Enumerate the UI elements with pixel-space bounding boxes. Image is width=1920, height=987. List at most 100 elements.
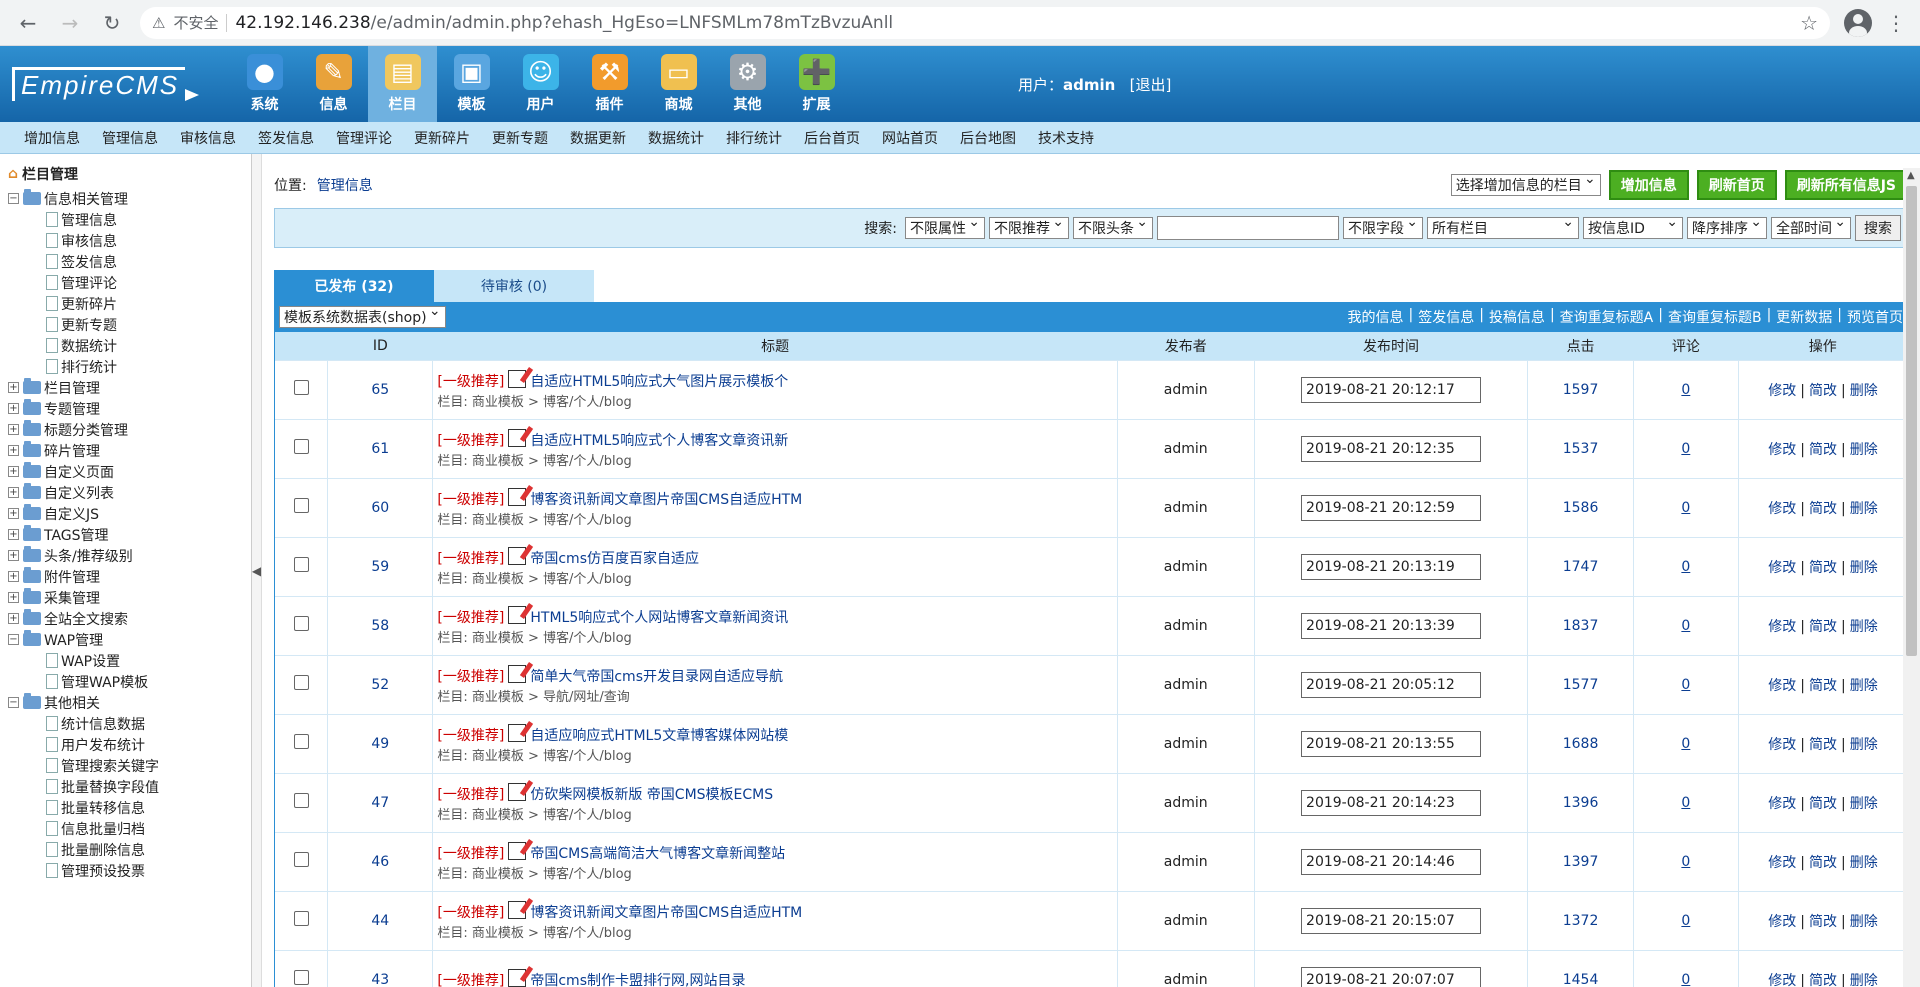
quick-edit-link[interactable]: 简改: [1809, 973, 1837, 987]
row-column-path[interactable]: 商业模板 > 博客/个人/blog: [472, 454, 632, 469]
tree-item[interactable]: 批量删除信息: [8, 839, 251, 860]
tree-item[interactable]: 管理预设投票: [8, 860, 251, 881]
expand-icon[interactable]: +: [8, 403, 19, 414]
quick-edit-icon[interactable]: [508, 900, 527, 919]
quick-edit-icon[interactable]: [508, 723, 527, 742]
order-select[interactable]: 降序排序: [1687, 214, 1767, 239]
row-column-path[interactable]: 商业模板 > 博客/个人/blog: [472, 631, 632, 646]
tree-item[interactable]: 管理评论: [8, 272, 251, 293]
row-title-link[interactable]: 自适应HTML5响应式个人博客文章资讯新: [530, 433, 788, 449]
delete-link[interactable]: 删除: [1850, 973, 1878, 987]
row-time-input[interactable]: 2019-08-21 20:13:55: [1301, 730, 1482, 757]
tree-item[interactable]: 信息批量归档: [8, 818, 251, 839]
sidebar-collapse-handle[interactable]: ◀: [252, 154, 262, 987]
expand-icon[interactable]: +: [8, 571, 19, 582]
row-time-input[interactable]: 2019-08-21 20:13:39: [1301, 612, 1482, 639]
table-top-link[interactable]: 查询重复标题A: [1560, 307, 1654, 327]
row-column-path[interactable]: 商业模板 > 博客/个人/blog: [472, 926, 632, 941]
row-column-path[interactable]: 商业模板 > 博客/个人/blog: [472, 395, 632, 410]
collapse-icon[interactable]: −: [8, 193, 19, 204]
tree-item[interactable]: 管理搜索关键字: [8, 755, 251, 776]
top-menu-item[interactable]: ⚒ 插件: [575, 46, 644, 122]
table-top-link[interactable]: 预览首页: [1847, 307, 1903, 327]
edit-link[interactable]: 修改: [1768, 560, 1796, 576]
top-menu-item[interactable]: ✎ 信息: [299, 46, 368, 122]
expand-icon[interactable]: +: [8, 508, 19, 519]
row-title-link[interactable]: 自适应响应式HTML5文章博客媒体网站模: [530, 728, 788, 744]
row-column-path[interactable]: 商业模板 > 博客/个人/blog: [472, 808, 632, 823]
delete-link[interactable]: 删除: [1850, 914, 1878, 930]
sub-menu-item[interactable]: 后台地图: [960, 128, 1016, 148]
expand-icon[interactable]: +: [8, 424, 19, 435]
top-menu-item[interactable]: ▤ 栏目: [368, 46, 437, 122]
quick-edit-icon[interactable]: [508, 428, 527, 447]
tree-group[interactable]: + 头条/推荐级别: [8, 545, 251, 566]
tree-group[interactable]: − 其他相关: [8, 692, 251, 713]
row-title-link[interactable]: 博客资讯新闻文章图片帝国CMS自适应HTM: [530, 905, 802, 921]
expand-icon[interactable]: +: [8, 529, 19, 540]
edit-link[interactable]: 修改: [1768, 737, 1796, 753]
collapse-icon[interactable]: −: [8, 697, 19, 708]
empirecms-logo[interactable]: EmpireCMS: [0, 46, 230, 122]
delete-link[interactable]: 删除: [1850, 560, 1878, 576]
collapse-icon[interactable]: −: [8, 634, 19, 645]
row-time-input[interactable]: 2019-08-21 20:12:59: [1301, 494, 1482, 521]
tree-group[interactable]: − 信息相关管理: [8, 188, 251, 209]
row-title-link[interactable]: 自适应HTML5响应式大气图片展示模板个: [530, 374, 788, 390]
row-comments-link[interactable]: 0: [1681, 382, 1690, 398]
sub-menu-item[interactable]: 更新专题: [492, 128, 548, 148]
tree-group[interactable]: + 标题分类管理: [8, 419, 251, 440]
quick-edit-link[interactable]: 简改: [1809, 619, 1837, 635]
location-link[interactable]: 管理信息: [317, 175, 373, 195]
tab-published[interactable]: 已发布 (32): [274, 270, 434, 302]
delete-link[interactable]: 删除: [1850, 678, 1878, 694]
row-checkbox[interactable]: [293, 793, 309, 808]
expand-icon[interactable]: +: [8, 613, 19, 624]
tree-group[interactable]: + 栏目管理: [8, 377, 251, 398]
profile-avatar-icon[interactable]: [1844, 8, 1872, 37]
row-time-input[interactable]: 2019-08-21 20:14:46: [1301, 848, 1482, 875]
row-comments-link[interactable]: 0: [1681, 972, 1690, 987]
edit-link[interactable]: 修改: [1768, 619, 1796, 635]
quick-edit-link[interactable]: 简改: [1809, 501, 1837, 517]
edit-link[interactable]: 修改: [1768, 383, 1796, 399]
row-title-link[interactable]: HTML5响应式个人网站博客文章新闻资讯: [530, 610, 788, 626]
sub-menu-item[interactable]: 审核信息: [180, 128, 236, 148]
row-title-link[interactable]: 帝国CMS高端简洁大气博客文章新闻整站: [530, 846, 785, 862]
tree-item[interactable]: 更新碎片: [8, 293, 251, 314]
reload-icon[interactable]: ↻: [98, 9, 126, 37]
forward-icon[interactable]: →: [56, 9, 84, 37]
sub-menu-item[interactable]: 网站首页: [882, 128, 938, 148]
row-checkbox[interactable]: [293, 498, 309, 513]
db-table-select[interactable]: 模板系统数据表(shop): [279, 303, 446, 328]
table-top-link[interactable]: 更新数据: [1776, 307, 1832, 327]
row-time-input[interactable]: 2019-08-21 20:12:17: [1301, 376, 1482, 403]
edit-link[interactable]: 修改: [1768, 973, 1796, 987]
table-top-link[interactable]: 查询重复标题B: [1668, 307, 1762, 327]
row-time-input[interactable]: 2019-08-21 20:12:35: [1301, 435, 1482, 462]
tree-item[interactable]: 统计信息数据: [8, 713, 251, 734]
row-comments-link[interactable]: 0: [1681, 736, 1690, 752]
row-checkbox[interactable]: [293, 911, 309, 926]
tree-group[interactable]: + 自定义列表: [8, 482, 251, 503]
delete-link[interactable]: 删除: [1850, 855, 1878, 871]
row-time-input[interactable]: 2019-08-21 20:05:12: [1301, 671, 1482, 698]
row-checkbox[interactable]: [293, 970, 309, 986]
add-info-column-select[interactable]: 选择增加信息的栏目: [1450, 171, 1601, 196]
row-comments-link[interactable]: 0: [1681, 618, 1690, 634]
row-time-input[interactable]: 2019-08-21 20:13:19: [1301, 553, 1482, 580]
quick-edit-link[interactable]: 简改: [1809, 796, 1837, 812]
expand-icon[interactable]: +: [8, 592, 19, 603]
column-select[interactable]: 所有栏目: [1427, 214, 1579, 239]
delete-link[interactable]: 删除: [1850, 501, 1878, 517]
refresh-home-button[interactable]: 刷新首页: [1696, 170, 1777, 200]
sub-menu-item[interactable]: 更新碎片: [414, 128, 470, 148]
row-title-link[interactable]: 帝国cms仿百度百家自适应: [530, 551, 699, 567]
row-column-path[interactable]: 商业模板 > 博客/个人/blog: [472, 749, 632, 764]
tree-item[interactable]: 批量替换字段值: [8, 776, 251, 797]
row-checkbox[interactable]: [293, 616, 309, 631]
quick-edit-link[interactable]: 简改: [1809, 442, 1837, 458]
tree-group[interactable]: + 附件管理: [8, 566, 251, 587]
sub-menu-item[interactable]: 数据统计: [648, 128, 704, 148]
quick-edit-link[interactable]: 简改: [1809, 737, 1837, 753]
